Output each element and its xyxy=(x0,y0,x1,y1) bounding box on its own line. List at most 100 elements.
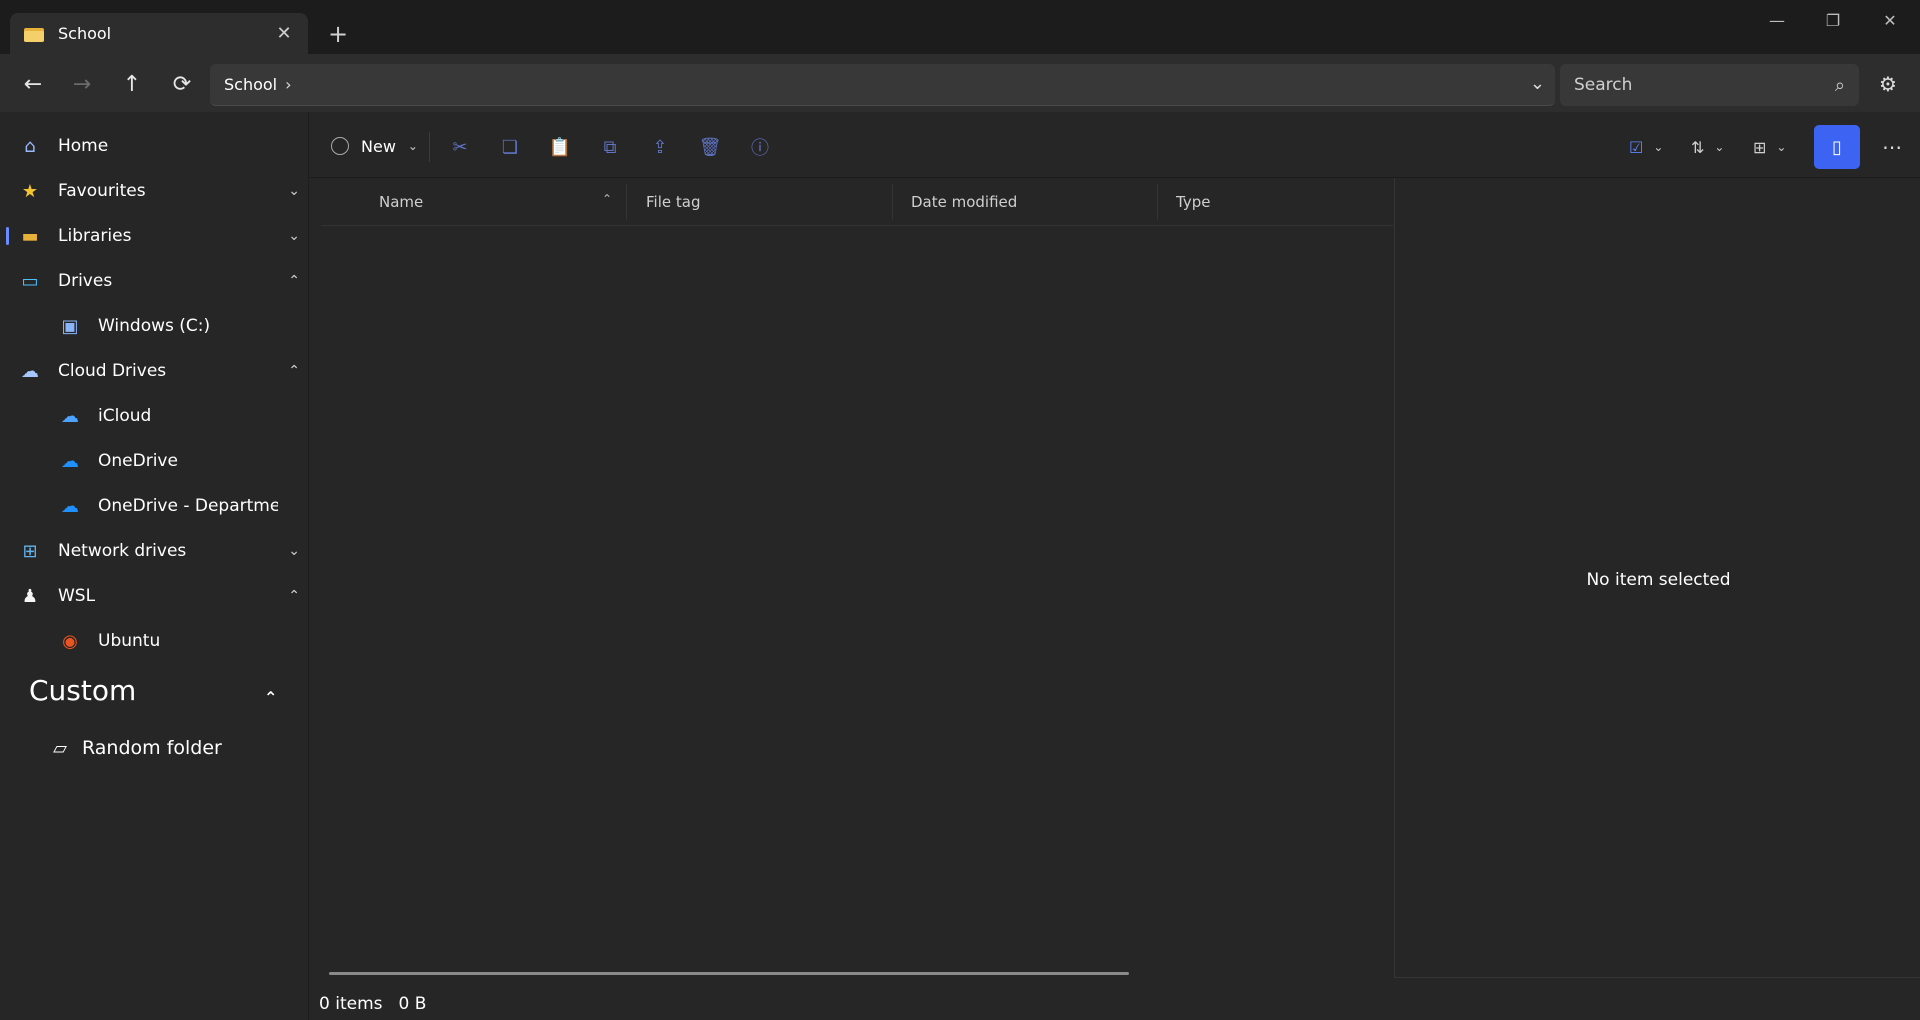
files-app-window: School ✕ + — ❐ ✕ ← → ↑ ⟳ School › ⌄ Sear… xyxy=(0,0,1920,1020)
restore-button[interactable]: ❐ xyxy=(1811,6,1855,34)
sidebar-item-label: Network drives xyxy=(58,541,187,561)
sidebar-item-drives[interactable]: ▭ Drives ⌃ xyxy=(18,261,318,301)
column-divider[interactable] xyxy=(892,184,893,220)
chevron-up-icon[interactable]: ⌃ xyxy=(288,588,300,604)
sidebar-item-label: Windows (C:) xyxy=(98,316,211,336)
search-placeholder: Search xyxy=(1574,75,1633,95)
column-header-type[interactable]: Type xyxy=(1176,178,1210,226)
chevron-down-icon[interactable]: ⌄ xyxy=(288,228,300,244)
sort-button[interactable]: ⇅ ⌄ xyxy=(1691,132,1724,162)
sort-ascending-icon[interactable]: ⌃ xyxy=(602,192,612,206)
navigation-bar: ← → ↑ ⟳ School › ⌄ Search ⌕ ⚙ xyxy=(0,54,1920,112)
close-window-button[interactable]: ✕ xyxy=(1868,6,1912,34)
new-tab-button[interactable]: + xyxy=(322,18,354,50)
rename-icon[interactable]: ⧉ xyxy=(595,132,625,162)
home-icon: ⌂ xyxy=(24,135,36,157)
new-button-label: New xyxy=(361,136,396,156)
copy-icon[interactable]: ❏ xyxy=(495,132,525,162)
drive-icon: ▣ xyxy=(61,315,79,337)
add-circle-icon xyxy=(331,137,349,155)
sidebar-item-onedrive-department[interactable]: ☁ OneDrive - Departmen xyxy=(58,486,300,526)
sidebar-item-onedrive[interactable]: ☁ OneDrive xyxy=(58,441,300,481)
address-bar[interactable]: School › ⌄ xyxy=(210,64,1555,106)
paste-icon[interactable]: 📋 xyxy=(545,132,575,162)
details-pane: No item selected xyxy=(1394,178,1920,978)
chevron-down-icon[interactable]: ⌄ xyxy=(288,183,300,199)
no-item-selected-text: No item selected xyxy=(1586,570,1731,590)
column-divider[interactable] xyxy=(1157,184,1158,220)
share-icon[interactable]: ⇪ xyxy=(645,132,675,162)
chevron-down-icon: ⌄ xyxy=(1714,140,1725,154)
sidebar-item-wsl[interactable]: ♟ WSL ⌃ xyxy=(18,576,318,616)
layout-grid-icon: ⊞ xyxy=(1753,137,1767,157)
sidebar-item-label: Home xyxy=(58,136,109,156)
sidebar-item-cloud-drives[interactable]: ☁ Cloud Drives ⌃ xyxy=(18,351,318,391)
selection-indicator xyxy=(6,227,9,245)
back-button[interactable]: ← xyxy=(15,66,51,102)
cloud-drive-icon: ☁ xyxy=(21,360,39,382)
chevron-up-icon[interactable]: ⌃ xyxy=(288,363,300,379)
sidebar-item-label: WSL xyxy=(58,586,96,606)
chevron-down-icon: ⌄ xyxy=(1776,140,1787,154)
chevron-down-icon: ⌄ xyxy=(1653,140,1664,154)
main-content: New ⌄ ✂ ❏ 📋 ⧉ ⇪ 🗑 ⓘ ☑ ⌄ ⇅ ⌄ ⊞ ⌄ ▯ ⋯ Name… xyxy=(308,112,1920,1020)
preview-pane-toggle-button[interactable]: ▯ xyxy=(1814,125,1860,169)
close-tab-icon[interactable]: ✕ xyxy=(272,22,296,46)
breadcrumb-separator-icon[interactable]: › xyxy=(285,75,291,94)
sidebar-item-icloud[interactable]: ☁ iCloud xyxy=(58,396,300,436)
column-header-date-modified[interactable]: Date modified xyxy=(911,178,1017,226)
sidebar-item-label: iCloud xyxy=(98,406,152,426)
more-options-icon[interactable]: ⋯ xyxy=(1877,132,1907,162)
selection-options-button[interactable]: ☑ ⌄ xyxy=(1629,132,1663,162)
sidebar-item-label: Drives xyxy=(58,271,113,291)
sidebar-item-random-folder[interactable]: ▱ Random folder xyxy=(48,728,300,768)
tab-school[interactable]: School ✕ xyxy=(10,13,308,54)
folder-icon: ▬ xyxy=(21,225,39,247)
sidebar-item-favourites[interactable]: ★ Favourites ⌄ xyxy=(18,171,318,211)
sidebar-item-label: Ubuntu xyxy=(98,631,161,651)
sidebar-item-network-drives[interactable]: ⊞ Network drives ⌄ xyxy=(18,531,318,571)
custom-section-title: Custom xyxy=(29,674,137,707)
status-bar: 0 items 0 B xyxy=(319,992,426,1016)
sidebar: ⌂ Home ★ Favourites ⌄ ▬ Libraries ⌄ ▭ Dr… xyxy=(0,112,308,1020)
forward-button[interactable]: → xyxy=(64,66,100,102)
linux-penguin-icon: ♟ xyxy=(21,585,39,607)
sidebar-item-libraries[interactable]: ▬ Libraries ⌄ xyxy=(18,216,318,256)
column-header-name[interactable]: Name xyxy=(379,178,423,226)
settings-gear-icon[interactable]: ⚙ xyxy=(1870,66,1906,102)
sidebar-item-label: OneDrive - Departmen xyxy=(98,496,278,516)
properties-info-icon[interactable]: ⓘ xyxy=(745,132,775,162)
chevron-up-icon[interactable]: ⌃ xyxy=(264,688,277,707)
icloud-icon: ☁ xyxy=(61,405,79,427)
item-count: 0 items xyxy=(319,994,383,1014)
chevron-down-icon[interactable]: ⌄ xyxy=(288,543,300,559)
monitor-icon: ▭ xyxy=(21,270,39,292)
onedrive-icon: ☁ xyxy=(61,495,79,517)
total-size: 0 B xyxy=(398,994,427,1014)
sidebar-item-windows-c[interactable]: ▣ Windows (C:) xyxy=(58,306,300,346)
column-header-file-tag[interactable]: File tag xyxy=(646,178,700,226)
minimize-button[interactable]: — xyxy=(1755,6,1799,34)
up-button[interactable]: ↑ xyxy=(114,66,150,102)
column-header-row: Name ⌃ File tag Date modified Type xyxy=(321,178,1393,226)
breadcrumb-school[interactable]: School xyxy=(224,75,277,94)
title-bar: School ✕ + — ❐ ✕ xyxy=(0,0,1920,54)
address-history-chevron-icon[interactable]: ⌄ xyxy=(1530,73,1545,94)
search-icon[interactable]: ⌕ xyxy=(1835,75,1845,96)
file-list[interactable] xyxy=(321,226,1393,966)
delete-icon[interactable]: 🗑 xyxy=(695,132,725,162)
sidebar-item-ubuntu[interactable]: ◉ Ubuntu xyxy=(58,621,300,661)
column-divider[interactable] xyxy=(626,184,627,220)
star-icon: ★ xyxy=(21,180,39,202)
new-button[interactable]: New ⌄ xyxy=(331,130,418,162)
toolbar-divider xyxy=(429,132,430,162)
refresh-button[interactable]: ⟳ xyxy=(164,66,200,102)
chevron-up-icon[interactable]: ⌃ xyxy=(288,273,300,289)
sidebar-item-label: Favourites xyxy=(58,181,146,201)
sidebar-item-home[interactable]: ⌂ Home xyxy=(18,126,318,166)
horizontal-scrollbar[interactable] xyxy=(329,972,1129,975)
layout-button[interactable]: ⊞ ⌄ xyxy=(1753,132,1786,162)
search-input[interactable]: Search ⌕ xyxy=(1560,64,1859,106)
open-folder-icon: ▱ xyxy=(53,737,67,759)
cut-icon[interactable]: ✂ xyxy=(445,132,475,162)
